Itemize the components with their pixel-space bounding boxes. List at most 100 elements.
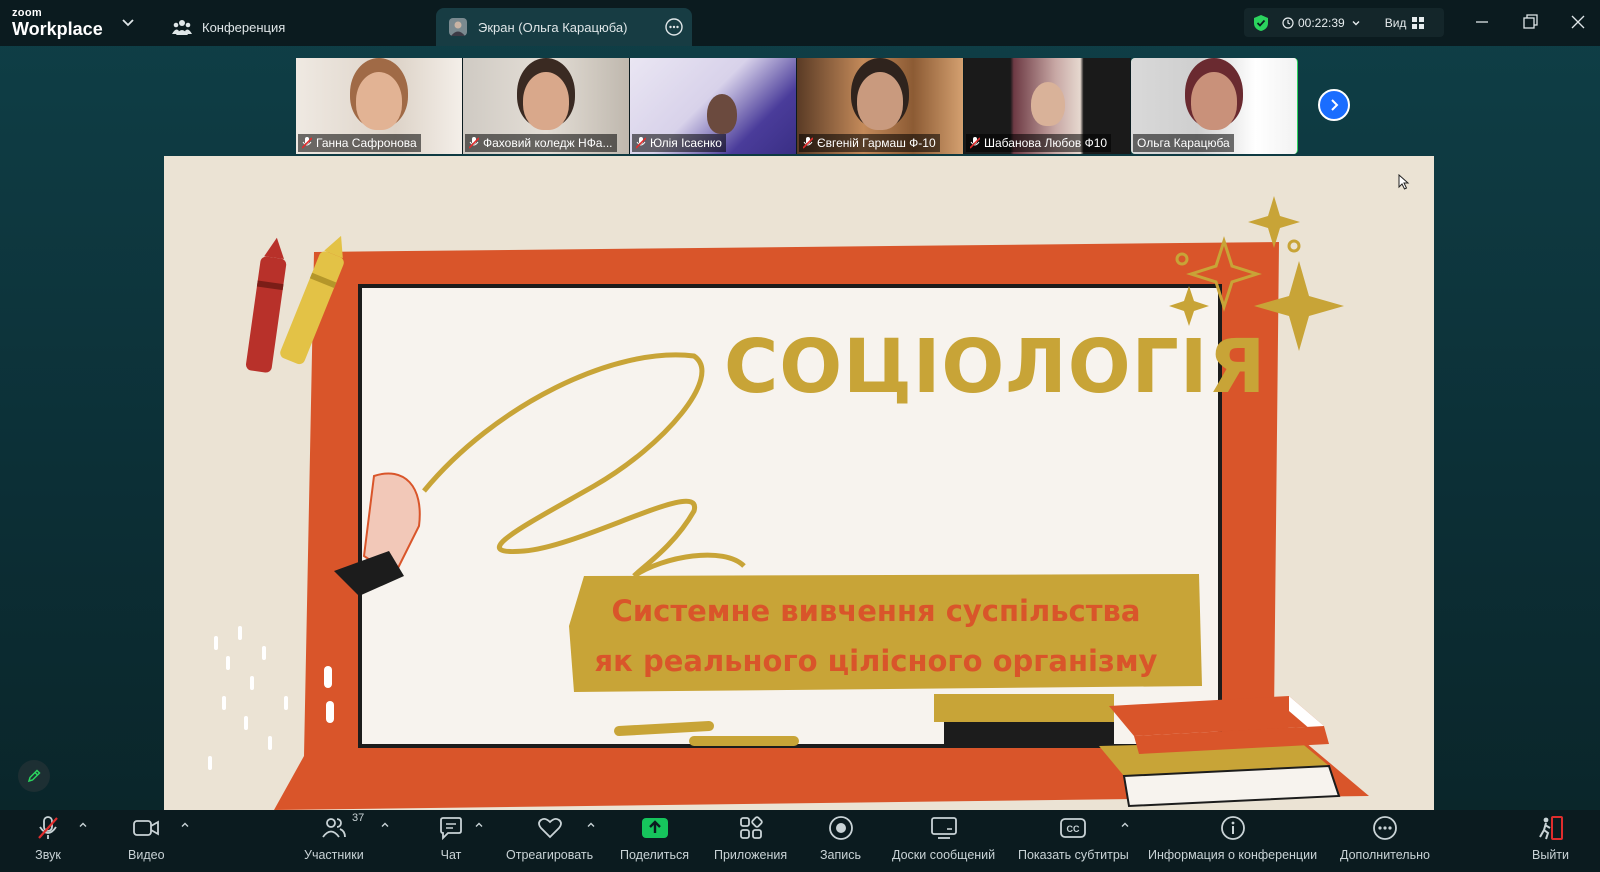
chat-button[interactable]: Чат [437, 814, 465, 870]
tab-screen-share[interactable]: Экран (Ольга Карацюба) [436, 8, 692, 46]
mouse-cursor-icon [1398, 174, 1410, 190]
muted-mic-icon [636, 137, 646, 149]
slide-illustration [208, 196, 1369, 810]
participants-count: 37 [352, 812, 365, 824]
share-screen-icon [641, 818, 668, 838]
title-bar: zoom Workplace Конференция Экран (Ольга … [0, 0, 1600, 46]
chevron-down-icon[interactable] [120, 14, 136, 30]
chevron-up-icon[interactable] [180, 820, 190, 830]
react-button[interactable]: Отреагировать [506, 814, 593, 870]
slide-subtitle-line-2: як реального цілісного організму [594, 644, 1158, 678]
video-button[interactable]: Видео [128, 814, 165, 870]
chevron-up-icon[interactable] [586, 820, 596, 830]
participant-name-text: Фаховий коледж НФа... [483, 136, 613, 150]
participant-name: Ольга Карацюба [1133, 134, 1234, 152]
participants-icon [322, 818, 346, 838]
logo-top-text: zoom [12, 7, 42, 19]
video-label: Видео [128, 848, 165, 862]
video-tile[interactable]: Юлія Ісаєнко [630, 58, 797, 154]
muted-mic-icon [38, 816, 58, 839]
participant-name: Ганна Сафронова [298, 134, 421, 152]
whiteboards-button[interactable]: Доски сообщений [892, 814, 995, 870]
chevron-down-icon[interactable] [1351, 18, 1361, 28]
participant-name: Юлія Ісаєнко [632, 134, 726, 152]
muted-mic-icon [803, 137, 813, 149]
video-tile[interactable]: Шабанова Любов Ф10 [964, 58, 1131, 154]
chevron-up-icon[interactable] [1120, 820, 1130, 830]
people-icon [172, 17, 192, 37]
participant-name-text: Євгеній Гармаш Ф-10 [817, 136, 936, 150]
more-button[interactable]: Дополнительно [1340, 814, 1430, 870]
share-label: Поделиться [620, 848, 690, 862]
meeting-info-button[interactable]: Информация о конференции [1148, 814, 1317, 870]
info-icon [1220, 816, 1245, 840]
captions-label: Показать субтитры [1018, 848, 1129, 862]
view-button[interactable]: Вид [1385, 16, 1407, 30]
zoom-logo: zoom Workplace [12, 7, 103, 39]
video-tile[interactable]: Євгеній Гармаш Ф-10 [797, 58, 964, 154]
whiteboards-label: Доски сообщений [892, 848, 996, 862]
meeting-info-label: Информация о конференции [1148, 848, 1318, 862]
more-label: Дополнительно [1340, 848, 1430, 862]
participant-name-text: Шабанова Любов Ф10 [984, 136, 1108, 150]
chat-icon [440, 817, 462, 840]
whiteboard-icon [930, 817, 957, 839]
participant-name: Фаховий коледж НФа... [465, 134, 617, 152]
meeting-toolbar: Звук Видео Участники 37 Чат Отреагироват… [0, 810, 1600, 872]
chevron-up-icon[interactable] [78, 820, 88, 830]
next-page-button[interactable] [1318, 89, 1350, 121]
restore-icon[interactable] [1520, 12, 1540, 32]
share-screen-button[interactable]: Поделиться [620, 814, 689, 870]
leave-label: Выйти [1532, 848, 1570, 862]
grid-view-icon[interactable] [1412, 16, 1425, 29]
clock-icon [1282, 16, 1294, 29]
shield-icon[interactable] [1252, 14, 1270, 32]
participant-name: Шабанова Любов Ф10 [966, 134, 1112, 152]
chevron-up-icon[interactable] [380, 820, 390, 830]
record-button[interactable]: Запись [820, 814, 861, 870]
muted-mic-icon [302, 137, 312, 149]
video-tile[interactable]: Фаховий коледж НФа... [463, 58, 630, 154]
chevron-right-icon [1331, 99, 1339, 111]
record-icon [828, 816, 853, 840]
video-strip: Ганна Сафронова Фаховий коледж НФа... Юл… [296, 58, 1298, 154]
slide-subtitle: Системне вивчення суспільства як реально… [566, 586, 1186, 686]
chevron-up-icon[interactable] [474, 820, 484, 830]
participant-name-text: Ганна Сафронова [316, 136, 417, 150]
avatar [448, 17, 468, 37]
shared-screen: СОЦІОЛОГІЯ Системне вивчення суспільства… [164, 156, 1434, 810]
minimize-icon[interactable] [1472, 12, 1492, 32]
apps-icon [739, 816, 763, 839]
close-icon[interactable] [1568, 12, 1588, 32]
pencil-icon [27, 769, 41, 783]
closed-captions-icon: CC [1060, 818, 1087, 838]
slide-subtitle-line-1: Системне вивчення суспільства [611, 594, 1141, 628]
captions-button[interactable]: CC Показать субтитры [1018, 814, 1129, 870]
apps-label: Приложения [714, 848, 788, 862]
svg-text:CC: CC [1067, 824, 1080, 834]
meeting-timer[interactable]: 00:22:39 [1298, 16, 1345, 30]
audio-button[interactable]: Звук [34, 814, 62, 870]
participant-name: Євгеній Гармаш Ф-10 [799, 134, 940, 152]
more-icon [1373, 816, 1397, 840]
video-tile[interactable]: Ганна Сафронова [296, 58, 463, 154]
tab-screen-label: Экран (Ольга Карацюба) [478, 19, 628, 35]
chat-label: Чат [440, 848, 462, 862]
tab-conference[interactable]: Конференция [172, 8, 285, 46]
heart-icon [537, 817, 562, 839]
participant-name-text: Юлія Ісаєнко [650, 136, 722, 150]
video-camera-icon [133, 820, 160, 836]
participant-name-text: Ольга Карацюба [1137, 136, 1230, 150]
muted-mic-icon [469, 137, 479, 149]
leave-button[interactable]: Выйти [1532, 814, 1569, 870]
muted-mic-icon [970, 137, 980, 149]
video-tile-active-speaker[interactable]: Ольга Карацюба [1131, 58, 1298, 154]
audio-label: Звук [35, 848, 61, 862]
participants-label: Участники [304, 848, 364, 862]
tab-conference-label: Конференция [202, 19, 286, 35]
slide-title: СОЦІОЛОГІЯ [724, 324, 1267, 410]
annotate-button[interactable] [18, 760, 50, 792]
more-options-icon[interactable] [664, 17, 684, 37]
leave-icon [1538, 816, 1563, 840]
apps-button[interactable]: Приложения [714, 814, 787, 870]
